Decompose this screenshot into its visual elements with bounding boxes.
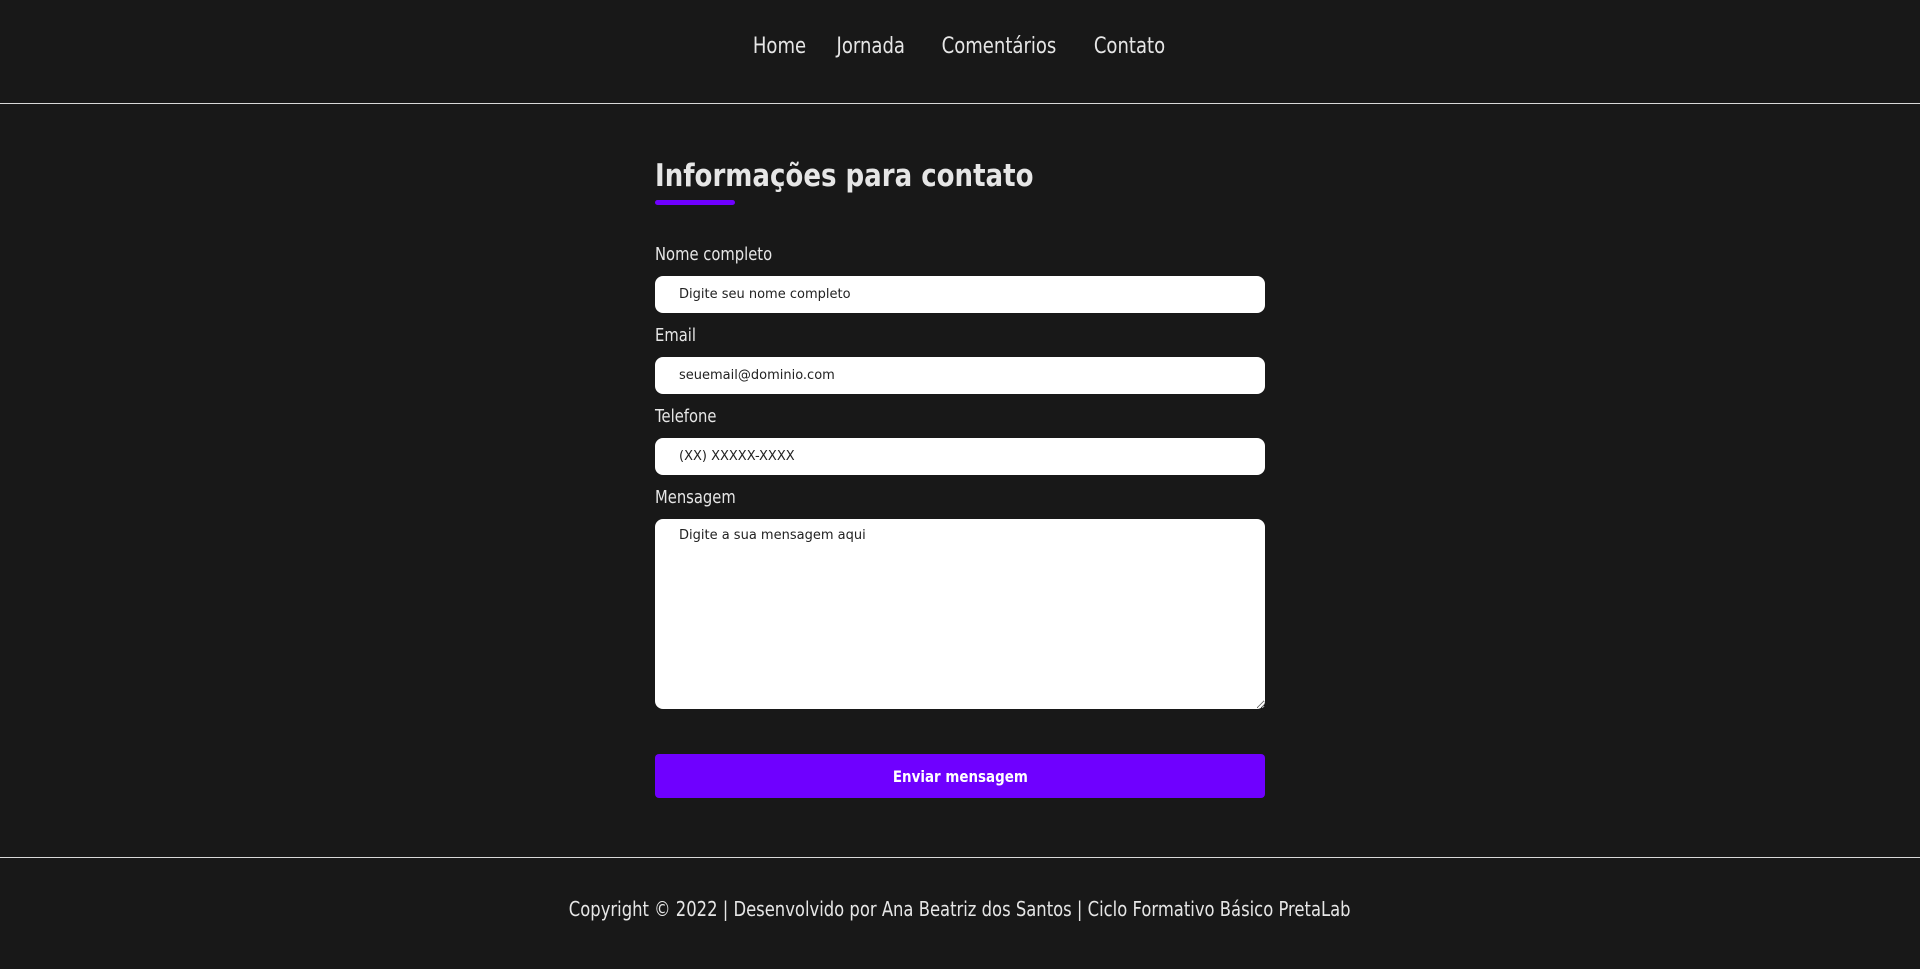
main-nav: Home Jornada Comentários Contato — [747, 34, 1173, 59]
name-input[interactable] — [655, 276, 1265, 313]
page-title: Informações para contato — [655, 158, 1034, 194]
message-textarea[interactable] — [655, 519, 1265, 709]
contact-section: Informações para contato Nome completo E… — [655, 104, 1265, 798]
nav-link-comentarios[interactable]: Comentários — [942, 34, 1057, 59]
nav-link-jornada[interactable]: Jornada — [836, 34, 904, 59]
phone-label: Telefone — [655, 406, 717, 427]
contact-form: Nome completo Email Telefone Mensagem En… — [655, 243, 1265, 798]
page: Home Jornada Comentários Contato Informa… — [0, 0, 1920, 969]
send-message-button-label: Enviar mensagem — [892, 766, 1028, 786]
name-label: Nome completo — [655, 244, 773, 265]
send-message-button[interactable]: Enviar mensagem — [655, 754, 1265, 798]
phone-input[interactable] — [655, 438, 1265, 475]
title-underline — [655, 200, 735, 205]
email-input[interactable] — [655, 357, 1265, 394]
site-footer: Copyright © 2022 | Desenvolvido por Ana … — [0, 857, 1920, 969]
site-header: Home Jornada Comentários Contato — [0, 0, 1920, 104]
nav-link-contato[interactable]: Contato — [1094, 34, 1165, 59]
message-label: Mensagem — [655, 487, 736, 508]
footer-copyright: Copyright © 2022 | Desenvolvido por Ana … — [569, 896, 1351, 921]
nav-link-home[interactable]: Home — [753, 34, 806, 59]
email-label: Email — [655, 325, 696, 346]
